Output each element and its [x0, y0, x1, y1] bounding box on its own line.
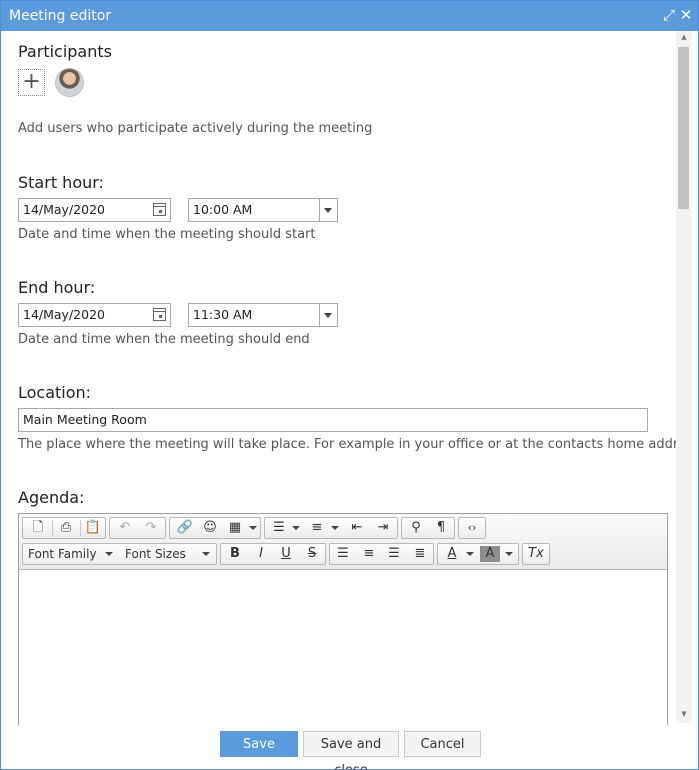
start-time-select[interactable]: 10:00 AM [188, 198, 338, 222]
outdent-icon[interactable]: ⇤ [345, 518, 369, 538]
location-input[interactable]: Main Meeting Room [18, 408, 648, 432]
title-bar: Meeting editor ⤢ ✕ [1, 1, 698, 31]
italic-icon[interactable]: I [249, 544, 273, 564]
calendar-icon[interactable] [153, 308, 166, 321]
chevron-down-icon[interactable] [292, 526, 300, 530]
chevron-down-icon[interactable] [202, 552, 210, 556]
plus-icon: + [22, 69, 41, 94]
chevron-down-icon[interactable] [319, 199, 337, 221]
find-replace-icon[interactable]: ⚲ [404, 518, 428, 538]
start-hour-hint: Date and time when the meeting should st… [18, 227, 316, 242]
table-icon[interactable]: ▦ [224, 518, 246, 538]
end-date-input[interactable]: 14/May/2020 [18, 303, 171, 327]
text-color-icon[interactable]: A [441, 544, 463, 564]
toolbar-group-font: Font Family Font Sizes [22, 543, 217, 565]
end-hour-hint: Date and time when the meeting should en… [18, 332, 310, 347]
agenda-label: Agenda: [18, 488, 85, 507]
align-left-icon[interactable]: ☰ [331, 544, 355, 564]
redo-icon[interactable]: ↷ [139, 518, 163, 538]
start-date-input[interactable]: 14/May/2020 [18, 198, 171, 222]
strikethrough-icon[interactable]: S [300, 544, 324, 564]
chevron-down-icon[interactable] [319, 304, 337, 326]
bold-icon[interactable]: B [223, 544, 247, 564]
paragraph-marks-icon[interactable]: ¶ [429, 518, 453, 538]
end-time-value: 11:30 AM [193, 307, 253, 322]
add-participant-button[interactable]: + [18, 69, 45, 96]
new-document-icon[interactable]: 🗋 [26, 518, 50, 538]
toolbar-group-align: ☰ ≡ ☰ ≣ [329, 543, 434, 565]
emoticons-icon[interactable]: ☺ [198, 518, 222, 538]
expand-icon[interactable]: ⤢ [660, 6, 678, 24]
chevron-down-icon[interactable] [331, 526, 339, 530]
location-value: Main Meeting Room [23, 412, 147, 427]
form-content: Participants + Add users who participate… [1, 31, 676, 725]
scroll-down-icon[interactable]: ▼ [679, 710, 689, 718]
indent-icon[interactable]: ⇥ [371, 518, 395, 538]
numbered-list-icon[interactable]: ≡ [306, 518, 328, 538]
start-date-value: 14/May/2020 [23, 202, 105, 217]
underline-icon[interactable]: U [274, 544, 298, 564]
participants-hint: Add users who participate actively durin… [18, 121, 373, 136]
clear-formatting-icon[interactable]: Tx [524, 544, 548, 564]
align-right-icon[interactable]: ☰ [382, 544, 406, 564]
location-label: Location: [18, 383, 92, 402]
scroll-up-icon[interactable]: ▲ [679, 33, 689, 41]
justify-icon[interactable]: ≣ [408, 544, 432, 564]
chevron-down-icon[interactable] [105, 552, 113, 556]
agenda-rich-text-editor: 🗋 ⎙ 📋 ↶ ↷ 🔗 ☺ ▦ ☰ ≡ ⇤ ⇥ ⚲ ¶ ‹› Font Fami… [18, 513, 668, 725]
separator [52, 520, 53, 536]
start-hour-label: Start hour: [18, 173, 104, 192]
scrollbar-thumb[interactable] [678, 47, 689, 209]
toolbar-group-lists: ☰ ≡ ⇤ ⇥ [264, 517, 398, 539]
toolbar-group-find: ⚲ ¶ [401, 517, 455, 539]
cancel-button[interactable]: Cancel [404, 731, 481, 757]
chevron-down-icon[interactable] [505, 552, 513, 556]
bullet-list-icon[interactable]: ☰ [268, 518, 290, 538]
calendar-icon[interactable] [153, 203, 166, 216]
meeting-editor-window: Meeting editor ⤢ ✕ Participants + Add us… [0, 0, 699, 770]
background-color-icon[interactable]: A [480, 546, 500, 562]
toolbar-group-insert: 🔗 ☺ ▦ [169, 517, 261, 539]
link-icon[interactable]: 🔗 [173, 518, 197, 538]
editor-toolbar: 🗋 ⎙ 📋 ↶ ↷ 🔗 ☺ ▦ ☰ ≡ ⇤ ⇥ ⚲ ¶ ‹› Font Fami… [19, 514, 667, 570]
align-center-icon[interactable]: ≡ [357, 544, 381, 564]
start-time-value: 10:00 AM [193, 202, 253, 217]
location-hint: The place where the meeting will take pl… [18, 437, 676, 452]
save-and-close-button[interactable]: Save and close [303, 731, 399, 769]
participants-label: Participants [18, 42, 112, 61]
window-title: Meeting editor [9, 8, 112, 24]
toolbar-group-file: 🗋 ⎙ 📋 [22, 517, 106, 539]
dialog-footer: Save Save and close Cancel [1, 725, 698, 769]
print-icon[interactable]: ⎙ [54, 518, 78, 538]
toolbar-group-clear: Tx [522, 543, 550, 565]
toolbar-group-history: ↶ ↷ [109, 517, 166, 539]
toolbar-group-format: B I U S [220, 543, 326, 565]
vertical-scrollbar[interactable]: ▲ ▼ [676, 31, 692, 723]
toolbar-group-color: A A [437, 543, 519, 565]
close-icon[interactable]: ✕ [677, 6, 695, 24]
chevron-down-icon[interactable] [466, 552, 474, 556]
undo-icon[interactable]: ↶ [113, 518, 137, 538]
end-hour-label: End hour: [18, 278, 96, 297]
end-date-value: 14/May/2020 [23, 307, 105, 322]
chevron-down-icon[interactable] [249, 526, 257, 530]
end-time-select[interactable]: 11:30 AM [188, 303, 338, 327]
save-button[interactable]: Save [220, 731, 298, 757]
editor-body[interactable] [19, 570, 667, 725]
toolbar-group-code: ‹› [458, 517, 486, 539]
participant-avatar[interactable] [56, 69, 83, 96]
paste-icon[interactable]: 📋 [81, 518, 105, 538]
source-code-icon[interactable]: ‹› [460, 518, 484, 538]
